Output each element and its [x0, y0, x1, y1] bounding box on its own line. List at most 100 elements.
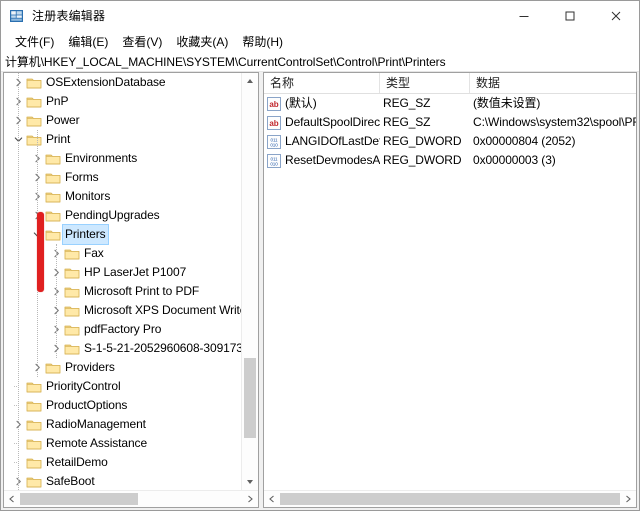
tree-item-label: HP LaserJet P1007	[84, 265, 187, 279]
tree-hscroll-thumb[interactable]	[20, 493, 138, 505]
value-name-text: LANGIDOfLastDefault...	[285, 134, 380, 148]
tree-scroll-up-icon[interactable]	[242, 73, 258, 89]
tree-item-label: Microsoft XPS Document Write	[84, 303, 247, 317]
tree-item[interactable]: Microsoft XPS Document Write	[4, 301, 258, 320]
menu-help[interactable]: 帮助(H)	[235, 31, 290, 53]
value-row[interactable]: ab DefaultSpoolDirectoryREG_SZ C:\Windows\…	[264, 113, 636, 132]
tree-item[interactable]: Remote Assistance	[4, 434, 258, 453]
column-header-name[interactable]: 名称	[264, 73, 380, 93]
values-hscroll-left-icon[interactable]	[264, 491, 280, 507]
tree-scroll-thumb[interactable]	[244, 358, 256, 438]
values-horizontal-scrollbar[interactable]	[264, 490, 636, 507]
tree-item-label: Power	[46, 113, 80, 127]
tree-item[interactable]: SafeBoot	[4, 472, 258, 490]
tree-item-label: RetailDemo	[46, 455, 108, 469]
address-path: 计算机\HKEY_LOCAL_MACHINE\SYSTEM\CurrentCon…	[5, 55, 446, 69]
folder-icon	[64, 265, 80, 281]
tree-item[interactable]: Environments	[4, 149, 258, 168]
registry-editor-window: 注册表编辑器 文件(F) 编辑(E) 查看(V) 收藏夹(A) 帮助(H) 计算…	[0, 0, 640, 511]
tree-item-label: Providers	[65, 360, 115, 374]
folder-icon	[26, 417, 42, 433]
tree-item-label: SafeBoot	[46, 474, 95, 488]
menu-bar: 文件(F) 编辑(E) 查看(V) 收藏夹(A) 帮助(H)	[1, 31, 639, 52]
tree-horizontal-scrollbar[interactable]	[4, 490, 258, 507]
value-data-cell: 0x00000003 (3)	[473, 153, 556, 167]
tree-item[interactable]: PendingUpgrades	[4, 206, 258, 225]
tree-item[interactable]: Monitors	[4, 187, 258, 206]
folder-icon	[26, 75, 42, 91]
svg-text:ab: ab	[269, 119, 278, 128]
tree-item[interactable]: Printers	[4, 224, 258, 245]
values-list: ab (默认) REG_SZ (数值未设置) ab DefaultSpoolDirecto…	[264, 94, 636, 490]
tree-scroll-area: OSExtensionDatabase PnP Power Print Environm…	[4, 73, 258, 490]
tree-item[interactable]: PnP	[4, 92, 258, 111]
tree-item-label: Fax	[84, 246, 104, 260]
values-hscroll-thumb[interactable]	[280, 493, 620, 505]
folder-icon	[64, 246, 80, 262]
value-type-cell: REG_DWORD	[383, 134, 462, 148]
address-bar[interactable]: 计算机\HKEY_LOCAL_MACHINE\SYSTEM\CurrentCon…	[1, 52, 639, 72]
folder-icon	[26, 113, 42, 129]
menu-favorites[interactable]: 收藏夹(A)	[169, 31, 235, 53]
tree-hscroll-track[interactable]	[20, 491, 242, 507]
value-type-cell: REG_DWORD	[383, 153, 462, 167]
tree-item-label: Printers	[62, 224, 109, 245]
folder-icon	[64, 284, 80, 300]
tree-item[interactable]: PriorityControl	[4, 377, 258, 396]
values-hscroll-track[interactable]	[280, 491, 620, 507]
folder-icon	[64, 322, 80, 338]
tree-item[interactable]: S-1-5-21-2052960608-3091730	[4, 339, 258, 358]
tree-item[interactable]: HP LaserJet P1007	[4, 263, 258, 282]
tree-item-label: ProductOptions	[46, 398, 128, 412]
svg-text:ab: ab	[269, 100, 278, 109]
folder-icon	[26, 132, 42, 148]
folder-icon	[26, 398, 42, 414]
tree-item[interactable]: RetailDemo	[4, 453, 258, 472]
maximize-button[interactable]	[547, 1, 593, 30]
tree-item[interactable]: Print	[4, 130, 258, 149]
column-header-data[interactable]: 数据	[470, 73, 636, 93]
tree-item-label: Monitors	[65, 189, 111, 203]
svg-text:010: 010	[270, 161, 278, 166]
menu-view[interactable]: 查看(V)	[115, 31, 169, 53]
tree-item[interactable]: pdfFactory Pro	[4, 320, 258, 339]
tree-item[interactable]: Forms	[4, 168, 258, 187]
tree-item-label: Remote Assistance	[46, 436, 148, 450]
menu-file[interactable]: 文件(F)	[8, 31, 61, 53]
tree-item-label: RadioManagement	[46, 417, 146, 431]
value-type-cell: REG_SZ	[383, 115, 431, 129]
tree-item[interactable]: Fax	[4, 244, 258, 263]
folder-icon	[45, 208, 61, 224]
tree-item[interactable]: ProductOptions	[4, 396, 258, 415]
value-row[interactable]: ab (默认) REG_SZ (数值未设置)	[264, 94, 636, 113]
value-row[interactable]: 011010 LANGIDOfLastDefault...REG_DWORD 0x0…	[264, 132, 636, 151]
values-hscroll-right-icon[interactable]	[620, 491, 636, 507]
tree-item-label: OSExtensionDatabase	[46, 75, 166, 89]
tree-item[interactable]: Providers	[4, 358, 258, 377]
tree-hscroll-left-icon[interactable]	[4, 491, 20, 507]
column-header-type[interactable]: 类型	[380, 73, 470, 93]
value-row[interactable]: 011010 ResetDevmodesAtte...REG_DWORD 0x000…	[264, 151, 636, 170]
tree-item-label: Microsoft Print to PDF	[84, 284, 200, 298]
tree-scroll-down-icon[interactable]	[242, 474, 258, 490]
main-content: OSExtensionDatabase PnP Power Print Environm…	[1, 72, 639, 510]
tree-item-label: PendingUpgrades	[65, 208, 160, 222]
tree-hscroll-right-icon[interactable]	[242, 491, 258, 507]
tree-item[interactable]: OSExtensionDatabase	[4, 73, 258, 92]
registry-icon	[9, 8, 25, 24]
menu-edit[interactable]: 编辑(E)	[61, 31, 115, 53]
window-controls	[501, 1, 639, 30]
tree-indent-guide	[18, 73, 20, 490]
tree-vertical-scrollbar[interactable]	[241, 73, 258, 490]
tree-item[interactable]: Microsoft Print to PDF	[4, 282, 258, 301]
dword-value-icon: 011 010	[267, 134, 281, 149]
folder-icon	[64, 303, 80, 319]
close-button[interactable]	[593, 1, 639, 30]
minimize-button[interactable]	[501, 1, 547, 30]
value-name-cell: ab (默认)	[264, 94, 380, 113]
value-name-cell: ab DefaultSpoolDirectory	[264, 113, 380, 132]
tree-item-label: Print	[46, 132, 71, 146]
value-name-cell: 011010 ResetDevmodesAtte...	[264, 151, 380, 170]
tree-item[interactable]: RadioManagement	[4, 415, 258, 434]
tree-item[interactable]: Power	[4, 111, 258, 130]
